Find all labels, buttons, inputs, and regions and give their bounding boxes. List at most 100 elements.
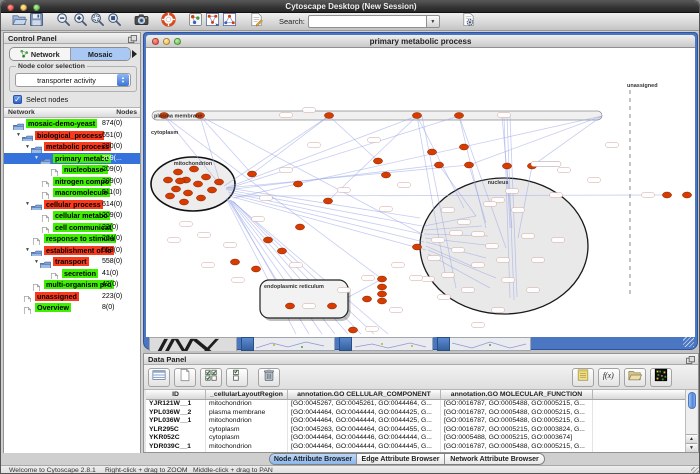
network-node[interactable] (196, 195, 205, 201)
select-attributes-button[interactable] (200, 368, 222, 387)
tree-row[interactable]: ▼transport558(0) (4, 256, 140, 268)
network-resize-grip[interactable] (683, 337, 694, 347)
search-input[interactable] (308, 15, 426, 28)
scroll-down-arrow[interactable]: ▼ (686, 443, 697, 452)
network-node[interactable] (201, 174, 210, 180)
tab-overflow-arrow[interactable] (132, 50, 137, 58)
window-thumbnail[interactable] (339, 337, 433, 351)
table-row[interactable]: YKR052Ccytoplasm[GO:0044464, GO:0044446,… (146, 434, 686, 443)
zoom-out-button[interactable] (55, 14, 72, 30)
float-panel-icon[interactable] (128, 35, 137, 43)
annotation-button[interactable] (248, 14, 265, 30)
open-file-button[interactable] (11, 14, 28, 30)
network-node[interactable] (263, 237, 272, 243)
node-color-combobox[interactable]: transporter activity ▲▼ (15, 73, 131, 87)
attribute-editor-button[interactable] (572, 368, 594, 387)
network-node[interactable] (459, 144, 468, 150)
network-node[interactable] (427, 149, 436, 155)
layout-1-button[interactable] (204, 14, 221, 30)
network-node[interactable] (381, 172, 390, 178)
scrollbar-thumb[interactable] (688, 392, 696, 409)
network-node[interactable] (173, 169, 182, 175)
plasma-membrane-region[interactable] (152, 111, 602, 120)
window-resize-grip[interactable] (691, 467, 700, 474)
tree-row[interactable]: macromolecule311(0) (4, 187, 140, 199)
network-node[interactable] (207, 187, 216, 193)
network-node[interactable] (464, 162, 473, 168)
table-cell[interactable] (593, 426, 686, 435)
table-cell[interactable]: [GO:0044464, GO:0044444, GO:0044425, G..… (288, 417, 441, 426)
expander-icon[interactable]: ▼ (24, 201, 31, 207)
network-edge[interactable] (224, 116, 329, 186)
vizmapper-button[interactable] (187, 14, 204, 30)
network-node[interactable] (214, 179, 223, 185)
import-attributes-button[interactable] (624, 368, 646, 387)
save-session-button[interactable] (28, 14, 45, 30)
table-cell[interactable] (593, 443, 686, 452)
window-titlebar[interactable]: Cytoscape Desktop (New Session) (1, 1, 700, 13)
zoom-window-button[interactable] (33, 4, 40, 11)
network-node[interactable] (247, 171, 256, 177)
table-cell[interactable] (593, 417, 686, 426)
tree-row[interactable]: ▼primary metabo209(... (4, 153, 140, 165)
table-cell[interactable] (593, 409, 686, 418)
expander-icon[interactable]: ▼ (24, 247, 31, 253)
table-cell[interactable]: [GO:0005488, GO:0005215, GO:0003674] (441, 434, 593, 443)
table-scrollbar[interactable]: ▲ ▼ (685, 390, 697, 452)
tree-row[interactable]: response to stimulu264(0) (4, 233, 140, 245)
search-dropdown-arrow[interactable]: ▼ (426, 15, 440, 28)
tab-mosaic[interactable]: Mosaic (70, 48, 131, 60)
network-tree-header[interactable]: Network Nodes (4, 107, 140, 118)
network-node[interactable] (163, 177, 172, 183)
table-row[interactable]: YPL036W__1mitochondrion[GO:0044464, GO:0… (146, 417, 686, 426)
table-cell[interactable]: cytoplasm (206, 434, 288, 443)
table-cell[interactable]: plasma membrane (206, 409, 288, 418)
table-cell[interactable]: [GO:0045267, GO:0045261, GO:0044464, G..… (288, 400, 441, 409)
help-ring-button[interactable] (160, 14, 177, 30)
network-node[interactable] (377, 298, 386, 304)
table-cell[interactable]: [GO:0016787, GO:0005488, GO:0005215, G..… (441, 417, 593, 426)
attribute-table-button[interactable] (148, 368, 170, 387)
network-node[interactable] (502, 163, 511, 169)
network-node[interactable] (377, 284, 386, 290)
network-edge[interactable] (469, 116, 602, 165)
table-row[interactable]: YJR121W__1mitochondrion[GO:0045267, GO:0… (146, 400, 686, 409)
network-node[interactable] (285, 303, 294, 309)
background-window-logo[interactable] (149, 337, 237, 351)
network-node[interactable] (682, 192, 691, 198)
network-node[interactable] (412, 113, 421, 119)
minimize-button[interactable] (20, 4, 27, 11)
scroll-up-arrow[interactable]: ▲ (686, 434, 697, 443)
network-close-button[interactable] (152, 38, 159, 45)
table-cell[interactable]: [GO:0016787, GO:0005488, GO:0005215, G..… (441, 443, 593, 452)
tree-row[interactable]: multi-organism pro42(0) (4, 279, 140, 291)
network-minimize-button[interactable] (163, 38, 170, 45)
attribute-matrix-button[interactable] (650, 368, 672, 387)
tree-row[interactable]: mosaic-demo-yeast874(0) (4, 118, 140, 130)
delete-attribute-button[interactable] (258, 368, 280, 387)
table-cell[interactable]: mitochondrion (206, 443, 288, 452)
network-node[interactable] (183, 190, 192, 196)
network-node[interactable] (327, 303, 336, 309)
table-cell[interactable]: mitochondrion (206, 400, 288, 409)
expander-icon[interactable]: ▼ (15, 132, 22, 138)
zoom-in-button[interactable] (72, 14, 89, 30)
table-cell[interactable]: [GO:0016787, GO:0005488, GO:0005215, G..… (441, 400, 593, 409)
expander-icon[interactable]: ▼ (24, 144, 31, 150)
column-header[interactable]: annotation.GO CELLULAR_COMPONENT (288, 390, 441, 399)
window-thumbnail[interactable] (241, 337, 335, 351)
tree-row[interactable]: nitrogen compo209(0) (4, 176, 140, 188)
new-attribute-button[interactable] (174, 368, 196, 387)
window-thumbnail[interactable] (437, 337, 531, 351)
table-cell[interactable]: YDR039C__1 (146, 443, 206, 452)
float-panel-icon[interactable] (686, 356, 695, 364)
tab-network[interactable]: Network (10, 48, 70, 60)
tree-row[interactable]: ▼establishment of lo558(0) (4, 245, 140, 257)
network-node[interactable] (348, 327, 357, 333)
formula-builder-button[interactable]: f(x) (598, 368, 620, 387)
tab-edge-attribute-browser[interactable]: Edge Attribute Browser (356, 454, 444, 465)
table-row[interactable]: YDR039C__1mitochondrion[GO:0044464, GO:0… (146, 443, 686, 452)
network-node[interactable] (362, 296, 371, 302)
expander-icon[interactable]: ▼ (33, 259, 40, 265)
tab-network-attribute-browser[interactable]: Network Attribute Browser (444, 454, 544, 465)
